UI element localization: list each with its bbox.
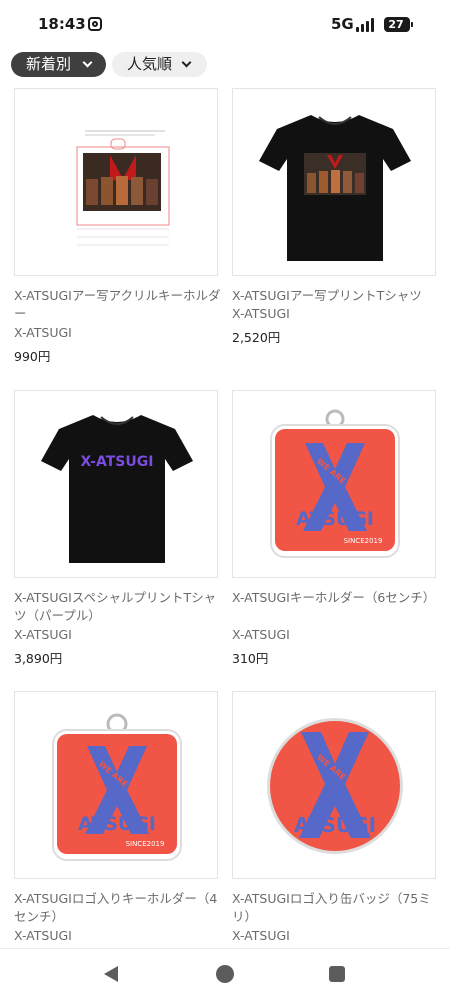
back-icon[interactable]	[104, 966, 118, 982]
product-shop[interactable]: X-ATSUGI	[232, 305, 290, 323]
product-shop[interactable]: X-ATSUGI	[232, 927, 290, 945]
product-name[interactable]: X-ATSUGIロゴ入り缶バッジ（75ミリ）	[232, 890, 442, 926]
product-price: 3,890円	[14, 651, 63, 666]
network-label: 5G	[331, 15, 354, 33]
sort-popular-label: 人気順	[127, 55, 173, 73]
battery-level: 27	[388, 18, 404, 31]
sort-newest-button[interactable]: 新着別	[11, 52, 106, 77]
signal-icon	[356, 18, 376, 32]
logo-since: SINCE2019	[126, 840, 165, 848]
chevron-down-icon	[181, 57, 192, 68]
product-price: 990円	[14, 349, 51, 364]
logo-since: SINCE2019	[344, 537, 383, 545]
product-price: 310円	[232, 651, 269, 666]
instagram-icon	[88, 17, 102, 31]
product-image-acrylic-keyholder[interactable]	[14, 88, 218, 276]
logo-name: ATSUGI	[296, 508, 374, 530]
battery-icon: 27	[384, 17, 413, 32]
product-image-purple-tshirt[interactable]: X-ATSUGI	[14, 390, 218, 578]
status-bar: 18:43 5G 27	[0, 0, 450, 48]
product-shop[interactable]: X-ATSUGI	[14, 626, 72, 644]
product-image-can-badge[interactable]: WE ARE X ATSUGI	[232, 691, 436, 879]
logo-name: ATSUGI	[294, 813, 376, 837]
sort-popular-button[interactable]: 人気順	[112, 52, 207, 77]
product-price: 2,520円	[232, 330, 281, 345]
tshirt-print-text: X-ATSUGI	[81, 454, 154, 470]
product-shop[interactable]: X-ATSUGI	[14, 927, 72, 945]
product-name[interactable]: X-ATSUGIアー写プリントTシャツ	[232, 287, 442, 305]
recent-apps-icon[interactable]	[329, 966, 345, 982]
product-shop[interactable]: X-ATSUGI	[232, 626, 290, 644]
status-time: 18:43	[38, 15, 86, 33]
product-name[interactable]: X-ATSUGIキーホルダー（6センチ）	[232, 589, 442, 607]
home-icon[interactable]	[216, 965, 234, 983]
chevron-down-icon	[82, 57, 93, 68]
product-image-photo-tshirt[interactable]	[232, 88, 436, 276]
product-name[interactable]: X-ATSUGIスペシャルプリントTシャツ（パープル）	[14, 589, 224, 625]
system-nav-bar	[0, 948, 450, 1000]
product-image-keyholder-6cm[interactable]: WE ARE X ATSUGI SINCE2019	[232, 390, 436, 578]
product-name[interactable]: X-ATSUGIロゴ入りキーホルダー（4センチ）	[14, 890, 224, 926]
product-image-logo-keyholder-4cm[interactable]: WE ARE X ATSUGI SINCE2019	[14, 691, 218, 879]
logo-name: ATSUGI	[78, 813, 156, 835]
product-shop[interactable]: X-ATSUGI	[14, 324, 72, 342]
product-name[interactable]: X-ATSUGIアー写アクリルキーホルダー	[14, 287, 224, 323]
sort-newest-label: 新着別	[26, 55, 72, 73]
